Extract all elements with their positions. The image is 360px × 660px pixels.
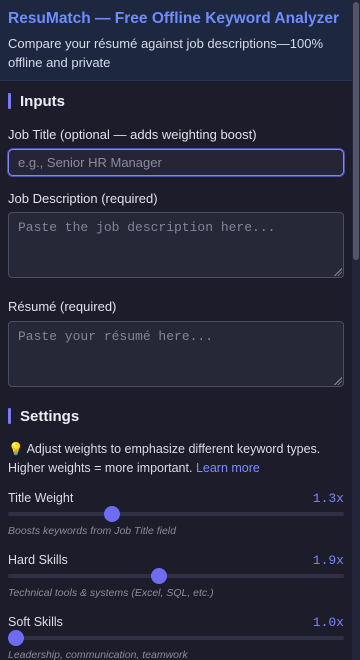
settings-tip: 💡 Adjust weights to emphasize different k… [8,440,344,478]
settings-section-header: Settings [8,406,79,426]
scrollbar-thumb[interactable] [353,2,359,260]
title-weight-slider-thumb[interactable] [104,506,121,522]
section-accent-bar [8,93,11,109]
title-weight-label: Title Weight [8,491,74,505]
hard-skills-label: Hard Skills [8,553,68,567]
app-page: ResuMatch — Free Offline Keyword Analyze… [0,0,360,660]
soft-skills-hint: Leadership, communication, teamwork [8,649,188,660]
job-title-input[interactable] [8,149,344,176]
app-subtitle: Compare your résumé against job descript… [8,36,324,70]
resume-textarea[interactable] [8,321,344,387]
soft-skills-slider-thumb[interactable] [8,630,24,646]
learn-more-link[interactable]: Learn more [196,461,260,475]
app-title: ResuMatch — Free Offline Keyword Analyze… [8,10,340,27]
resume-resize-handle[interactable] [334,377,342,385]
hard-skills-slider-thumb[interactable] [151,568,168,584]
job-description-textarea[interactable] [8,212,344,278]
soft-skills-value: 1.0x [312,615,344,630]
job-description-label: Job Description (required) [8,191,158,206]
settings-section-title: Settings [20,407,80,425]
hard-skills-value: 1.9x [312,553,344,568]
lightbulb-icon: 💡 [8,442,24,456]
resume-label: Résumé (required) [8,299,117,314]
settings-tip-text: Adjust weights to emphasize different ke… [8,442,321,475]
inputs-section-title: Inputs [20,92,65,110]
job-title-label: Job Title (optional — adds weighting boo… [8,127,257,142]
title-weight-slider[interactable] [8,506,344,522]
inputs-section-header: Inputs [8,91,65,111]
job-description-resize-handle[interactable] [334,268,342,276]
page-scrollbar[interactable] [352,0,360,660]
app-header: ResuMatch — Free Offline Keyword Analyze… [0,0,352,81]
title-weight-value: 1.3x [312,491,344,506]
soft-skills-slider[interactable] [8,630,344,646]
hard-skills-hint: Technical tools & systems (Excel, SQL, e… [8,587,214,599]
section-accent-bar [8,408,11,424]
soft-skills-label: Soft Skills [8,615,63,629]
title-weight-hint: Boosts keywords from Job Title field [8,525,176,537]
hard-skills-slider[interactable] [8,568,344,584]
